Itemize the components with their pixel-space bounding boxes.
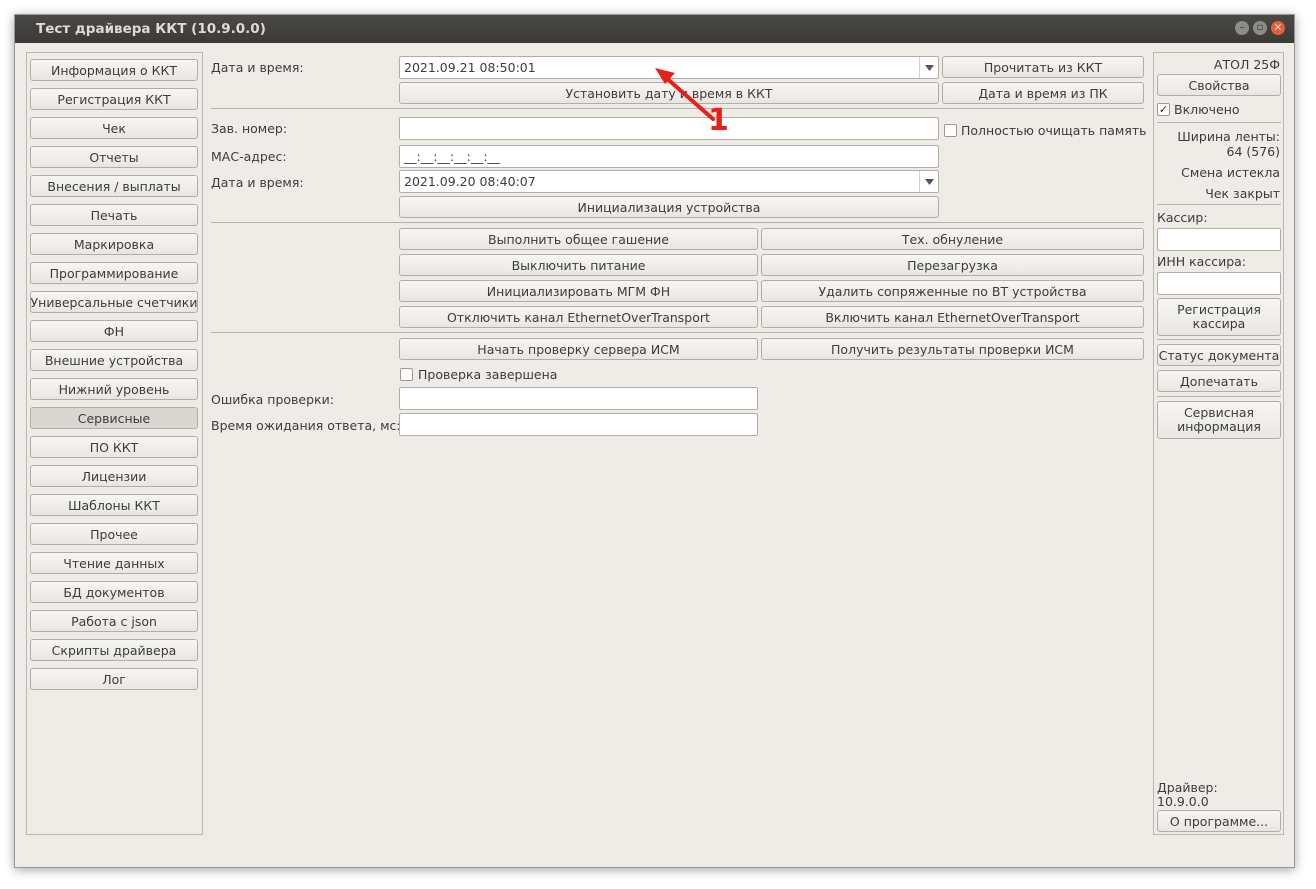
nav-item[interactable]: Прочее: [30, 523, 198, 545]
properties-button[interactable]: Свойства: [1157, 74, 1281, 96]
annotation-number: 1: [708, 103, 729, 138]
nav-item[interactable]: Чтение данных: [30, 552, 198, 574]
nav-item[interactable]: Шаблоны ККТ: [30, 494, 198, 516]
check-done-checkbox[interactable]: [400, 368, 413, 381]
separator: [211, 222, 1144, 223]
get-ism-button[interactable]: Получить результаты проверки ИСМ: [761, 338, 1144, 360]
annotation-arrow: [655, 68, 715, 121]
cashier-label: Кассир:: [1157, 210, 1208, 225]
nav-item[interactable]: Внешние устройства: [30, 349, 198, 371]
separator: [1157, 204, 1281, 205]
init-datetime-value: 2021.09.20 08:40:07: [404, 174, 536, 189]
window-title: Тест драйвера ККТ (10.9.0.0): [36, 21, 266, 37]
reprint-button[interactable]: Допечатать: [1157, 370, 1281, 392]
enabled-checkbox[interactable]: ✓: [1157, 103, 1170, 116]
close-icon[interactable]: ×: [1271, 21, 1285, 35]
nav-item[interactable]: ПО ККТ: [30, 436, 198, 458]
inn-label: ИНН кассира:: [1157, 254, 1247, 269]
serial-label: Зав. номер:: [211, 121, 288, 136]
start-ism-button[interactable]: Начать проверку сервера ИСМ: [399, 338, 758, 360]
nav-item[interactable]: Отчеты: [30, 146, 198, 168]
mac-input[interactable]: __:__:__:__:__:__: [399, 145, 939, 168]
chevron-down-icon[interactable]: [919, 57, 938, 78]
init-datetime-label: Дата и время:: [211, 175, 304, 190]
timeout-input[interactable]: [399, 413, 758, 436]
driver-label: Драйвер:: [1157, 780, 1218, 795]
tech-reset-button[interactable]: Тех. обнуление: [761, 228, 1144, 250]
mac-label: МАС-адрес:: [211, 149, 287, 164]
read-from-kkt-button[interactable]: Прочитать из ККТ: [942, 56, 1144, 78]
nav-item[interactable]: Работа с json: [30, 610, 198, 632]
nav-item[interactable]: Регистрация ККТ: [30, 88, 198, 110]
nav-item[interactable]: БД документов: [30, 581, 198, 603]
reboot-button[interactable]: Перезагрузка: [761, 254, 1144, 276]
separator: [1157, 396, 1281, 397]
datetime-value: 2021.09.21 08:50:01: [404, 60, 536, 75]
chevron-down-icon[interactable]: [919, 171, 938, 192]
about-button[interactable]: О программе...: [1157, 810, 1281, 832]
init-device-button[interactable]: Инициализация устройства: [399, 196, 939, 218]
nav-panel: Информация о ККТ Регистрация ККТ Чек Отчеты…: [26, 52, 203, 835]
service-info-button[interactable]: Сервисная информация: [1157, 401, 1281, 439]
nav-item[interactable]: Универсальные счетчики: [30, 291, 198, 313]
datetime-from-pc-button[interactable]: Дата и время из ПК: [942, 82, 1144, 104]
maximize-icon[interactable]: ▫: [1253, 21, 1267, 35]
shift-status: Смена истекла: [1181, 165, 1280, 180]
tape-width-label: Ширина ленты:: [1177, 129, 1280, 144]
clear-memory-checkbox[interactable]: [944, 124, 957, 137]
nav-item[interactable]: Скрипты драйвера: [30, 639, 198, 661]
doc-status-button[interactable]: Статус документа: [1157, 344, 1281, 366]
check-done-label: Проверка завершена: [418, 367, 558, 382]
check-error-label: Ошибка проверки:: [211, 392, 334, 407]
datetime-label: Дата и время:: [211, 60, 304, 75]
nav-item[interactable]: Информация о ККТ: [30, 59, 198, 81]
nav-item[interactable]: Нижний уровень: [30, 378, 198, 400]
nav-item[interactable]: Лог: [30, 668, 198, 690]
enable-eot-button[interactable]: Включить канал EthernetOverTransport: [761, 306, 1144, 328]
title-bar[interactable]: Тест драйвера ККТ (10.9.0.0) – ▫ ×: [15, 15, 1294, 43]
tape-width-value: 64 (576): [1226, 144, 1281, 159]
nav-item[interactable]: Печать: [30, 204, 198, 226]
driver-version: 10.9.0.0: [1157, 794, 1209, 809]
check-error-input[interactable]: [399, 387, 758, 410]
enabled-label: Включено: [1174, 102, 1240, 117]
nav-item[interactable]: Чек: [30, 117, 198, 139]
general-clear-button[interactable]: Выполнить общее гашение: [399, 228, 758, 250]
nav-item[interactable]: Сервисные: [30, 407, 198, 429]
nav-item[interactable]: Маркировка: [30, 233, 198, 255]
separator: [211, 332, 1144, 333]
cashier-input[interactable]: [1157, 228, 1281, 251]
minimize-icon[interactable]: –: [1235, 21, 1249, 35]
nav-item[interactable]: Лицензии: [30, 465, 198, 487]
model-label: АТОЛ 25Ф: [1213, 57, 1280, 72]
init-mgm-button[interactable]: Инициализировать МГМ ФН: [399, 280, 758, 302]
register-cashier-button[interactable]: Регистрация кассира: [1157, 298, 1281, 336]
remove-bt-button[interactable]: Удалить сопряженные по BT устройства: [761, 280, 1144, 302]
receipt-status: Чек закрыт: [1205, 186, 1280, 201]
power-off-button[interactable]: Выключить питание: [399, 254, 758, 276]
nav-item[interactable]: ФН: [30, 320, 198, 342]
separator: [1157, 339, 1281, 340]
nav-item[interactable]: Программирование: [30, 262, 198, 284]
timeout-label: Время ожидания ответа, мс:: [211, 418, 401, 433]
nav-item[interactable]: Внесения / выплаты: [30, 175, 198, 197]
init-datetime-combo[interactable]: 2021.09.20 08:40:07: [399, 170, 939, 193]
clear-memory-label: Полностью очищать память: [961, 123, 1147, 138]
status-panel: АТОЛ 25Ф Свойства ✓ Включено Ширина лент…: [1153, 52, 1284, 835]
disable-eot-button[interactable]: Отключить канал EthernetOverTransport: [399, 306, 758, 328]
inn-input[interactable]: [1157, 272, 1281, 295]
app-window: Тест драйвера ККТ (10.9.0.0) – ▫ × Инфор…: [14, 14, 1295, 868]
separator: [1157, 122, 1281, 123]
